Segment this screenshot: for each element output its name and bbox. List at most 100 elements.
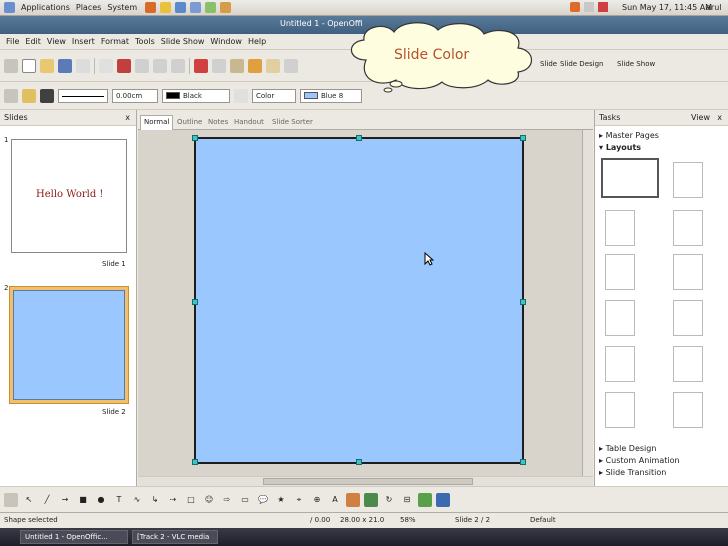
line-arrow-icon[interactable]: → <box>58 493 72 507</box>
print-icon[interactable] <box>135 58 149 73</box>
from-file-icon[interactable] <box>346 492 360 507</box>
save-icon[interactable] <box>58 58 72 73</box>
toolbar-handle-icon[interactable] <box>4 492 18 507</box>
flowchart-icon[interactable]: ▭ <box>238 493 252 507</box>
undo-icon[interactable] <box>266 58 280 73</box>
new-icon[interactable] <box>22 58 36 73</box>
edit-file-icon[interactable] <box>99 58 113 73</box>
fontwork-icon[interactable]: A <box>328 493 342 507</box>
slide-canvas[interactable] <box>138 130 583 476</box>
callouts-icon[interactable]: 💬 <box>256 493 270 507</box>
ellipse-icon[interactable]: ● <box>94 493 108 507</box>
styles-icon[interactable] <box>22 88 36 103</box>
resize-handle-bottom-left[interactable] <box>192 459 198 465</box>
mail-icon[interactable] <box>160 2 172 13</box>
cut-icon[interactable] <box>194 58 208 73</box>
impress-icon[interactable] <box>220 2 232 13</box>
resize-handle-top[interactable] <box>356 135 362 141</box>
select-icon[interactable]: ↖ <box>22 493 36 507</box>
help-icon[interactable] <box>175 2 187 13</box>
layout-title-content[interactable] <box>605 210 635 246</box>
menu-edit[interactable]: Edit <box>25 37 41 46</box>
toolbar-handle-icon[interactable] <box>4 58 18 73</box>
panel-menu-system[interactable]: System <box>107 3 137 12</box>
user-name[interactable]: arul <box>706 3 721 12</box>
points-icon[interactable]: ⌖ <box>292 493 306 507</box>
layout-blank[interactable] <box>601 158 659 198</box>
line-width-input[interactable]: 0.00cm <box>112 88 158 103</box>
slide-design-button[interactable]: Slide Design <box>560 60 603 68</box>
menu-insert[interactable]: Insert <box>72 37 95 46</box>
tab-slide-sorter[interactable]: Slide Sorter <box>269 116 316 130</box>
menu-format[interactable]: Format <box>101 37 129 46</box>
layout-title-table[interactable] <box>673 300 703 336</box>
arrange-icon[interactable] <box>418 492 432 507</box>
panel-menu-applications[interactable]: Applications <box>21 3 70 12</box>
menu-window[interactable]: Window <box>210 37 242 46</box>
layout-title-text[interactable] <box>605 254 635 290</box>
symbol-shapes-icon[interactable]: ☺ <box>202 493 216 507</box>
export-pdf-icon[interactable] <box>117 58 131 73</box>
foot-icon[interactable] <box>4 2 15 13</box>
menu-slide-show[interactable]: Slide Show <box>161 37 205 46</box>
rectangle-icon[interactable]: ■ <box>76 493 90 507</box>
line-color-select[interactable]: Black <box>162 88 230 103</box>
layout-title-chart-text[interactable] <box>673 392 703 428</box>
layout-title-clipart-text[interactable] <box>605 392 635 428</box>
line-icon[interactable]: ╱ <box>40 493 54 507</box>
layout-title-clipart[interactable] <box>605 346 635 382</box>
glue-points-icon[interactable]: ⊕ <box>310 493 324 507</box>
area-icon[interactable] <box>234 88 248 103</box>
panel-menu-places[interactable]: Places <box>76 3 101 12</box>
zoom-level[interactable]: 58% <box>400 516 416 524</box>
resize-handle-top-right[interactable] <box>520 135 526 141</box>
layout-title-2-content[interactable] <box>673 210 703 246</box>
calc-icon[interactable] <box>205 2 217 13</box>
network-icon[interactable] <box>584 2 594 12</box>
layout-title-only[interactable] <box>673 162 703 198</box>
stars-icon[interactable]: ★ <box>274 493 288 507</box>
tab-normal[interactable]: Normal <box>140 115 174 130</box>
taskbar-item-openoffice[interactable]: Untitled 1 - OpenOffic... <box>20 530 128 544</box>
resize-handle-bottom-right[interactable] <box>520 459 526 465</box>
area-style-select[interactable]: Color <box>252 88 296 103</box>
layout-title-chart[interactable] <box>605 300 635 336</box>
rotate-icon[interactable]: ↻ <box>382 493 396 507</box>
horizontal-scrollbar[interactable] <box>138 476 593 486</box>
close-icon[interactable]: x <box>125 113 130 122</box>
menu-help[interactable]: Help <box>248 37 266 46</box>
clock[interactable]: Sun May 17, 11:45 AM <box>622 3 712 12</box>
redo-icon[interactable] <box>284 58 298 73</box>
tasks-view-menu[interactable]: View <box>691 113 710 122</box>
text-icon[interactable]: T <box>112 493 126 507</box>
menu-file[interactable]: File <box>6 37 19 46</box>
lines-arrows-icon[interactable]: ⇢ <box>166 493 180 507</box>
slide-2[interactable] <box>192 135 526 465</box>
paste-icon[interactable] <box>230 58 244 73</box>
curve-icon[interactable]: ∿ <box>130 493 144 507</box>
alignment-icon[interactable]: ⊟ <box>400 493 414 507</box>
block-arrows-icon[interactable]: ⇨ <box>220 493 234 507</box>
gallery-icon[interactable] <box>364 492 378 507</box>
writer-icon[interactable] <box>190 2 202 13</box>
firefox-icon[interactable] <box>145 2 157 13</box>
layouts-section[interactable]: ▾ Layouts <box>599 143 641 152</box>
master-pages-section[interactable]: ▸ Master Pages <box>599 131 659 140</box>
slide-thumbnail-1[interactable]: Hello World ! <box>11 139 127 253</box>
menu-tools[interactable]: Tools <box>135 37 155 46</box>
taskbar-item-vlc[interactable]: [Track 2 - VLC media ... <box>132 530 218 546</box>
extrusion-icon[interactable] <box>436 492 450 507</box>
custom-animation-section[interactable]: ▸ Custom Animation <box>599 456 680 465</box>
basic-shapes-icon[interactable]: □ <box>184 493 198 507</box>
layout-title-object[interactable] <box>673 254 703 290</box>
tab-handout[interactable]: Handout <box>231 116 267 130</box>
slide-thumbnail-2-selected[interactable] <box>9 286 129 404</box>
update-icon[interactable] <box>598 2 608 12</box>
autospellcheck-icon[interactable] <box>171 58 185 73</box>
line-style-select[interactable] <box>58 88 108 103</box>
layout-title-text-chart[interactable] <box>673 346 703 382</box>
open-icon[interactable] <box>40 58 54 73</box>
connector-icon[interactable]: ↳ <box>148 493 162 507</box>
copy-icon[interactable] <box>212 58 226 73</box>
format-paintbrush-icon[interactable] <box>248 58 262 73</box>
